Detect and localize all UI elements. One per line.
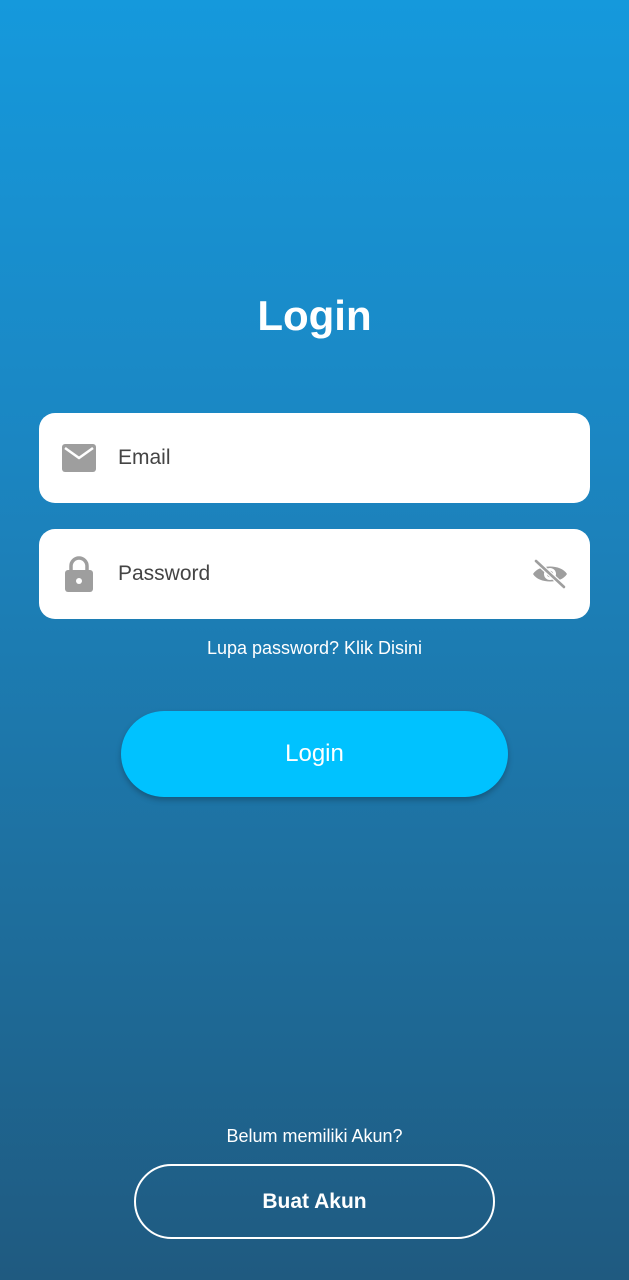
forgot-password-link[interactable]: Lupa password? Klik Disini (0, 638, 629, 659)
no-account-prompt: Belum memiliki Akun? (226, 1126, 403, 1146)
mail-icon (61, 440, 97, 476)
email-input[interactable] (118, 413, 538, 503)
eye-off-icon[interactable] (530, 554, 570, 594)
page-title: Login (257, 292, 372, 339)
password-input[interactable] (118, 529, 538, 619)
lock-icon (61, 556, 97, 592)
create-account-button[interactable]: Buat Akun (134, 1164, 495, 1239)
email-field[interactable] (39, 413, 590, 503)
login-button[interactable]: Login (121, 711, 508, 797)
password-field[interactable] (39, 529, 590, 619)
